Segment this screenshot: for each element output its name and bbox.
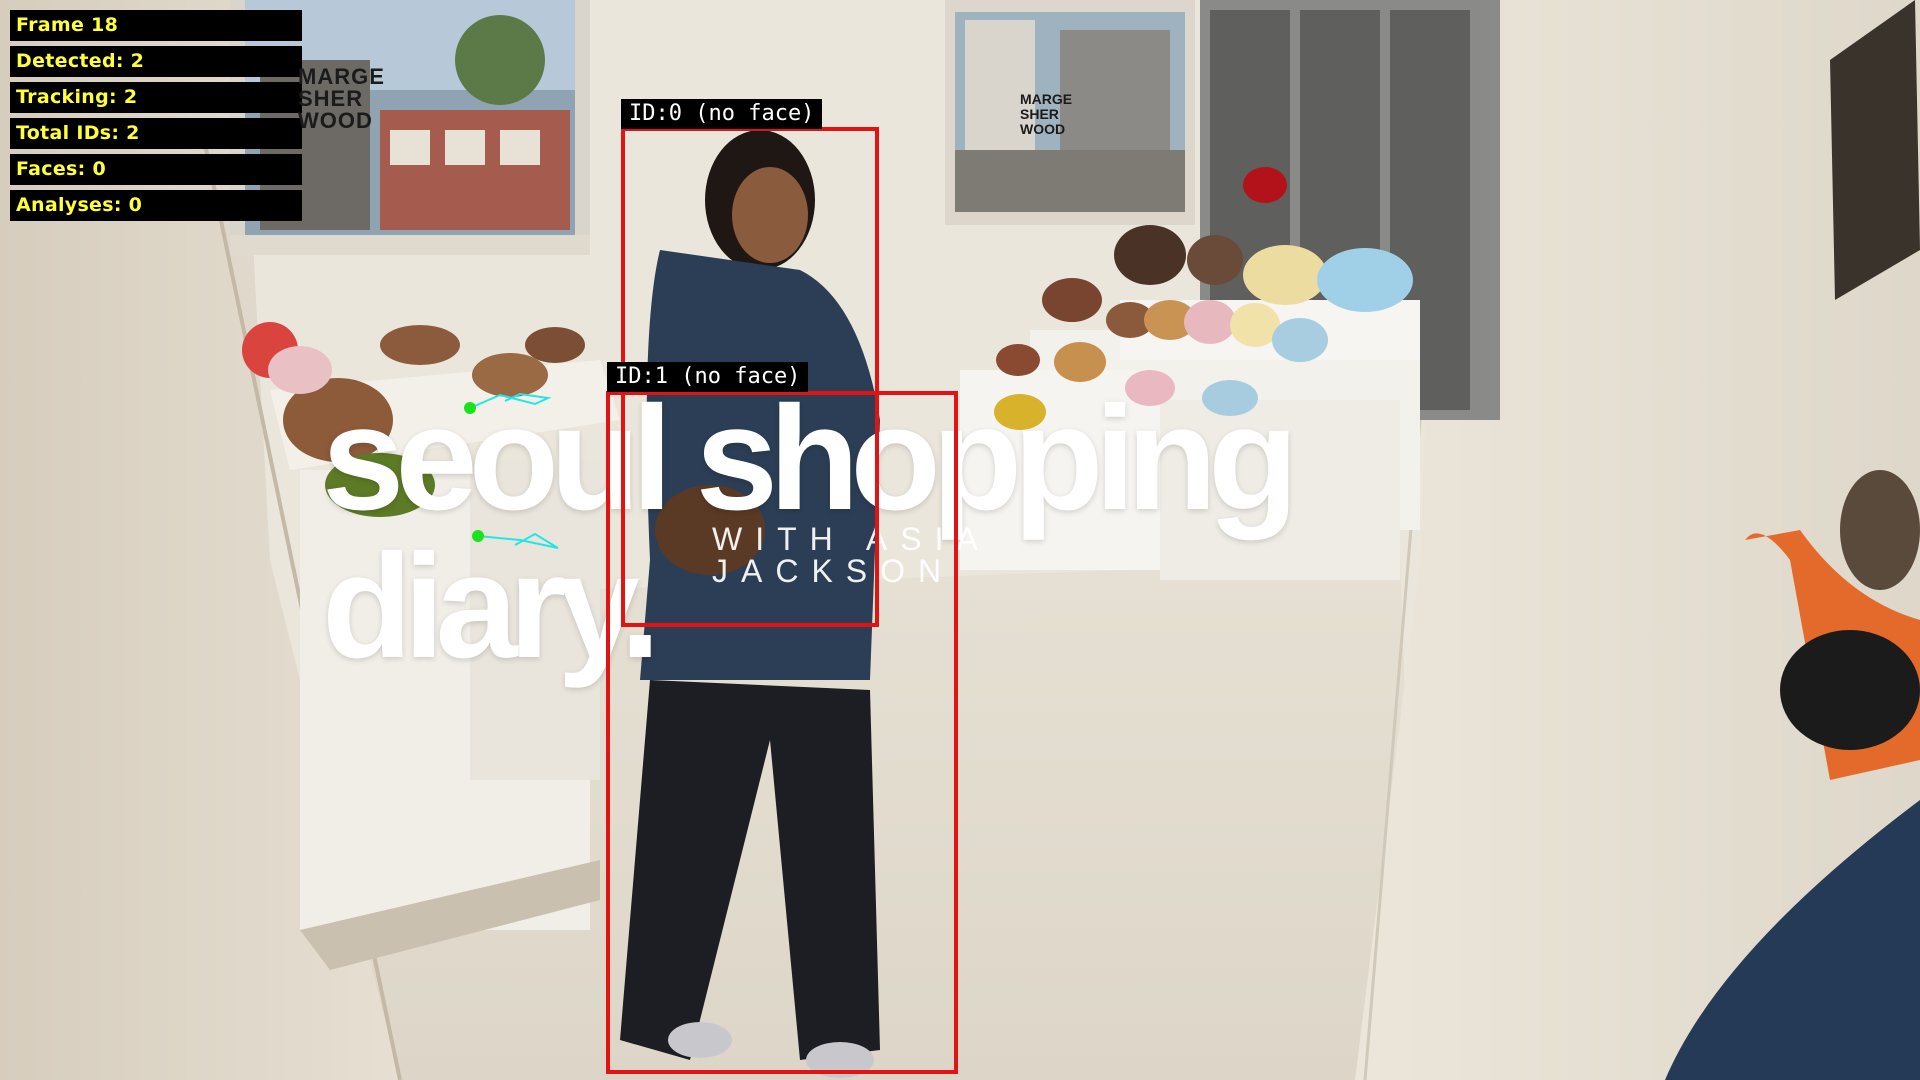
detection-label-id0: ID:0 (no face) [621,99,823,129]
detection-box-id1 [606,391,958,1074]
detection-label-id1: ID:1 (no face) [607,362,809,392]
hud-frame: Frame 18 [10,10,302,41]
hud-faces: Faces: 0 [10,154,302,185]
store-sign-right: MARGE SHER WOOD [1020,91,1073,137]
tracking-stats-panel: Frame 18 Detected: 2 Tracking: 2 Total I… [10,10,302,221]
hud-analyses: Analyses: 0 [10,190,302,221]
hud-detected: Detected: 2 [10,46,302,77]
store-sign-left: MARGE SHER WOOD [298,64,385,133]
hud-total-ids: Total IDs: 2 [10,118,302,149]
hud-tracking: Tracking: 2 [10,82,302,113]
